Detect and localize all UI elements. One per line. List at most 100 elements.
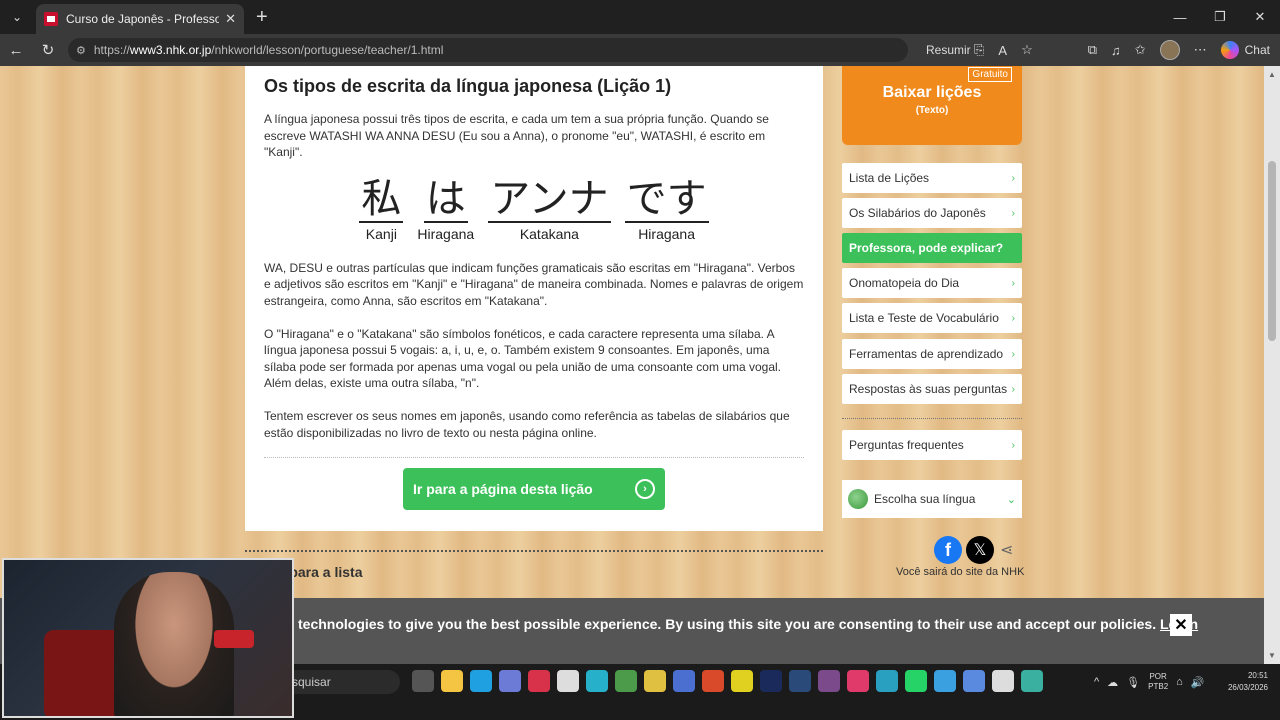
app-icon[interactable] [731, 670, 753, 692]
share-icon[interactable]: ⋖ [1000, 540, 1013, 560]
url-host: www3.nhk.or.jp [129, 43, 212, 57]
word-hiragana-wa: は Hiragana [417, 177, 474, 242]
facebook-icon[interactable]: f [934, 536, 962, 564]
sidebar-item-answers[interactable]: Respostas às suas perguntas › [842, 374, 1022, 404]
steam-icon[interactable] [789, 670, 811, 692]
close-window-icon[interactable]: ✕ [1240, 0, 1280, 34]
favorite-star-icon[interactable]: ☆ [1021, 42, 1033, 58]
sidebar-item-onomatopoeia[interactable]: Onomatopeia do Dia › [842, 268, 1022, 298]
chevron-right-icon: › [1011, 172, 1015, 184]
favorites-icon[interactable]: ✩ [1135, 42, 1146, 58]
summarize-button[interactable]: Resumir ⎘ [926, 42, 984, 58]
article-divider [264, 457, 804, 459]
sidebar-divider [842, 418, 1022, 419]
paragraph-2: WA, DESU e outras partículas que indicam… [264, 260, 804, 308]
app-icon[interactable] [644, 670, 666, 692]
scroll-down-icon[interactable]: ▼ [1268, 651, 1276, 660]
app-icon[interactable] [934, 670, 956, 692]
chevron-up-icon[interactable]: ^ [1094, 676, 1099, 688]
whatsapp-icon[interactable] [905, 670, 927, 692]
cloud-icon[interactable]: ☁ [1107, 676, 1118, 689]
app-icon[interactable] [702, 670, 724, 692]
tab-list-button[interactable]: ⌄ [0, 0, 34, 34]
x-twitter-icon[interactable]: 𝕏 [966, 536, 994, 564]
scrollbar-thumb[interactable] [1268, 161, 1276, 341]
app-icon[interactable] [847, 670, 869, 692]
edge-icon[interactable] [470, 670, 492, 692]
close-tab-icon[interactable]: ✕ [225, 11, 236, 27]
page-scrollbar[interactable]: ▲ ▼ [1264, 66, 1280, 664]
sidebar-item-teacher[interactable]: Professora, pode explicar? [842, 233, 1022, 263]
lang-bottom: PTB2 [1148, 682, 1169, 691]
sidebar-item-faq[interactable]: Perguntas frequentes › [842, 430, 1022, 460]
photoshop-icon[interactable] [760, 670, 782, 692]
word-label: Kanji [365, 225, 397, 242]
sidebar-item-label: Lista de Lições [849, 171, 930, 185]
arrow-right-circle-icon: › [635, 479, 655, 500]
close-cookie-icon[interactable]: ✕ [1170, 614, 1192, 636]
app-icon[interactable] [818, 670, 840, 692]
file-explorer-icon[interactable] [441, 670, 463, 692]
language-label: Escolha sua língua [874, 492, 976, 506]
minimize-icon[interactable]: — [1160, 0, 1200, 34]
app-icon[interactable] [673, 670, 695, 692]
sidebar-item-label: Os Silabários do Japonês [849, 206, 986, 220]
lang-top: POR [1149, 672, 1167, 681]
media-icon[interactable]: ♫ [1111, 43, 1121, 58]
taskbar-search[interactable]: squisar [280, 670, 400, 694]
address-bar[interactable]: ⚙ https://www3.nhk.or.jp/nhkworld/lesson… [68, 38, 908, 62]
media-player-icon[interactable] [528, 670, 550, 692]
profile-avatar[interactable] [1159, 40, 1180, 60]
lesson-page-button[interactable]: Ir para a página desta lição › [403, 468, 665, 511]
chat-button[interactable]: Chat [1220, 41, 1270, 59]
more-options-icon[interactable]: ⋯ [1194, 42, 1207, 58]
chevron-right-icon: › [1011, 439, 1015, 451]
word-kanji: 私 Kanji [359, 177, 404, 242]
store-icon[interactable] [499, 670, 521, 692]
sidebar-item-syllabaries[interactable]: Os Silabários do Japonês › [842, 198, 1022, 228]
word-label: Hiragana [638, 225, 696, 242]
network-icon[interactable]: ⌂ [1176, 676, 1183, 688]
sidebar-item-label: Onomatopeia do Dia [849, 276, 960, 290]
word-hiragana-desu: です Hiragana [624, 177, 709, 242]
sidebar-item-label: Perguntas frequentes [849, 438, 964, 452]
copilot-icon [1220, 41, 1239, 59]
back-arrow-icon[interactable]: ← [0, 42, 32, 59]
language-selector[interactable]: Escolha sua língua ⌄ [842, 480, 1022, 518]
sidebar-item-vocabulary[interactable]: Lista e Teste de Vocabulário › [842, 303, 1022, 333]
chevron-right-icon: › [1011, 348, 1015, 360]
system-tray: ^ ☁ 🎙 POR PTB2 ⌂ 🔊 [1094, 672, 1205, 692]
site-info-icon[interactable]: ⚙ [76, 44, 86, 57]
chevron-right-icon: › [1011, 383, 1015, 395]
restore-icon[interactable]: ❐ [1200, 0, 1240, 34]
new-tab-button[interactable]: + [256, 7, 268, 27]
chevron-right-icon: › [1011, 312, 1015, 324]
volume-icon[interactable]: 🔊 [1191, 676, 1205, 689]
sidebar-item-tools[interactable]: Ferramentas de aprendizado › [842, 339, 1022, 369]
active-tab[interactable]: Curso de Japonês - Professora, po ✕ [36, 4, 244, 34]
task-view-icon[interactable] [412, 670, 434, 692]
app-icon[interactable] [992, 670, 1014, 692]
read-aloud-icon[interactable]: A [998, 43, 1007, 58]
download-lessons-button[interactable]: Gratuito Baixar lições (Texto) [842, 66, 1022, 145]
app-icon[interactable] [1021, 670, 1043, 692]
microphone-icon[interactable]: 🎙 [1126, 676, 1140, 689]
url-prefix: https:// [93, 43, 130, 57]
paragraph-3: O "Hiragana" e o "Katakana" são símbolos… [264, 326, 781, 391]
input-language[interactable]: POR PTB2 [1148, 672, 1168, 692]
navigation-bar: ← ↻ ⚙ https://www3.nhk.or.jp/nhkworld/le… [0, 34, 1280, 66]
calculator-icon[interactable] [963, 670, 985, 692]
extensions-icon[interactable]: ⧉ [1088, 42, 1097, 58]
chrome-icon[interactable] [615, 670, 637, 692]
word-glyph: は [423, 175, 468, 223]
refresh-icon[interactable]: ↻ [32, 41, 64, 59]
notepad-icon[interactable] [557, 670, 579, 692]
cookie-text: technologies to give you the best possib… [298, 616, 1157, 632]
scroll-up-icon[interactable]: ▲ [1268, 70, 1276, 79]
app-icon[interactable] [876, 670, 898, 692]
c-app-icon[interactable] [586, 670, 608, 692]
tab-title: Curso de Japonês - Professora, po [66, 12, 220, 26]
word-glyph: アンナ [488, 175, 611, 223]
sidebar-item-lessons-list[interactable]: Lista de Lições › [842, 163, 1022, 193]
clock[interactable]: 20:51 26/03/2026 [1228, 670, 1268, 694]
